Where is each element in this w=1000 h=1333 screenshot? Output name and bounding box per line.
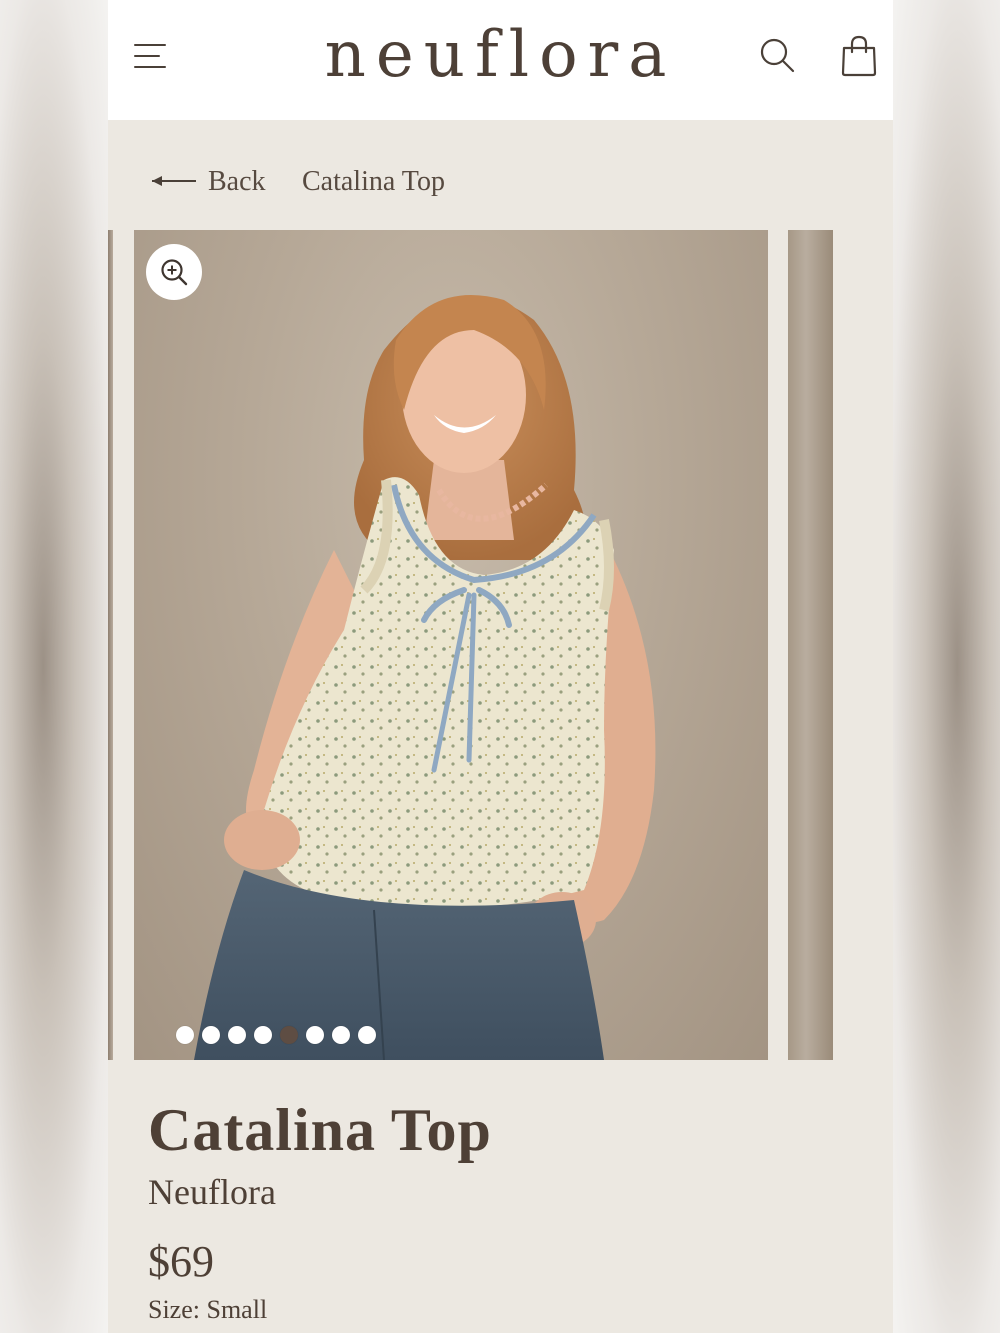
zoom-in-icon	[161, 259, 188, 286]
backdrop-right	[893, 0, 1000, 1333]
breadcrumb-current: Catalina Top	[302, 166, 445, 197]
carousel-dots	[176, 1026, 376, 1046]
back-link[interactable]: Back	[148, 160, 266, 204]
product-title: Catalina Top	[148, 1097, 492, 1163]
search-icon[interactable]	[758, 36, 798, 76]
size-value: Small	[206, 1295, 268, 1324]
back-label: Back	[208, 166, 266, 197]
size-label: Size:	[148, 1295, 200, 1324]
previous-image-peek[interactable]	[108, 230, 113, 1060]
zoom-button[interactable]	[146, 244, 202, 300]
backdrop-left	[0, 0, 108, 1333]
carousel-dot[interactable]	[280, 1026, 298, 1044]
carousel-dot[interactable]	[306, 1026, 324, 1044]
carousel-dot[interactable]	[332, 1026, 350, 1044]
product-photo-illustration	[194, 295, 656, 1060]
product-info: Catalina Top Neuflora $69 Size: Small	[148, 1092, 848, 1326]
carousel-dot[interactable]	[228, 1026, 246, 1044]
carousel-dot[interactable]	[254, 1026, 272, 1044]
carousel-dot[interactable]	[202, 1026, 220, 1044]
product-brand[interactable]: Neuflora	[148, 1170, 848, 1214]
arrow-left-icon	[152, 176, 196, 186]
product-size: Size: Small	[148, 1294, 848, 1326]
product-gallery[interactable]	[108, 230, 893, 1060]
next-image-peek[interactable]	[788, 230, 833, 1060]
carousel-dot[interactable]	[176, 1026, 194, 1044]
phone-screen: neuflora Back Catalina Top Catalina Top …	[108, 0, 893, 1333]
product-price: $69	[148, 1237, 214, 1286]
shopping-bag-icon[interactable]	[840, 34, 878, 78]
breadcrumb: Back Catalina Top	[148, 160, 848, 204]
carousel-dot[interactable]	[358, 1026, 376, 1044]
product-image[interactable]	[134, 230, 768, 1060]
site-header: neuflora	[108, 0, 893, 120]
